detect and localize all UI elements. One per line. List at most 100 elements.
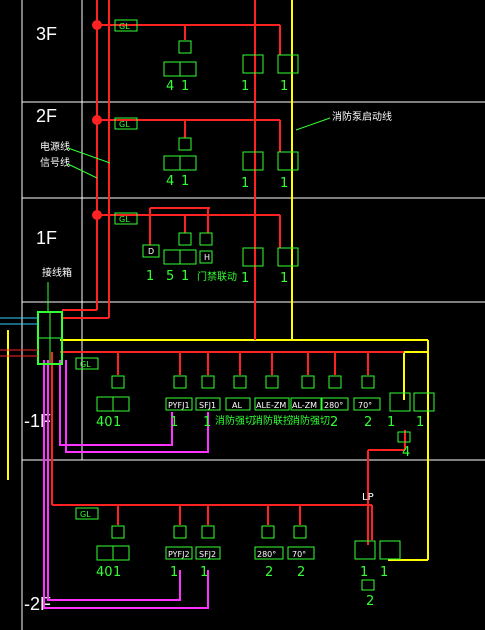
floor-label-b1: -1F [24,411,51,431]
count-b2-pump: 2 [366,594,374,609]
module-icon [178,137,192,151]
count-1f-horn: 1 [280,271,288,286]
floor-label-3f: 3F [36,24,57,44]
gl-label-b2: GL [80,510,91,519]
count-b2-sfj2: 1 [200,565,208,580]
count-2f-hydrant: 1 [241,176,249,191]
count-b2-pyfj2: 1 [170,565,178,580]
detector-icon [163,61,181,77]
module-icon [178,232,192,246]
detector-icon [96,545,114,561]
hydrant-button-icon [242,151,264,171]
gl-label-b1: GL [80,360,91,369]
count-b1-pyfj1: 1 [170,415,178,430]
floor-label-1f: 1F [36,228,57,248]
detector-icon [163,249,181,265]
alarm-icon [179,61,197,77]
count-3f-hydrant: 1 [241,79,249,94]
d280-text-b2: 280° [257,550,276,559]
count-b1-70: 2 [364,415,372,430]
pyfj2-text: PYFJ2 [168,550,190,559]
detector-icon [163,155,181,171]
count-1f-detector: 5 [166,269,174,284]
alarm-icon [112,545,130,561]
horn-icon [379,540,401,560]
module-icon [265,375,279,389]
alarm-icon [179,249,197,265]
horn-icon [413,392,435,412]
device-symbols [96,40,435,591]
hydrant-button-icon [354,540,376,560]
lp-text: LP [362,492,374,503]
power-leader [67,147,111,164]
count-2f-horn: 1 [280,176,288,191]
horn-icon [277,54,299,74]
hydrant-button-icon [389,392,411,412]
gl-label-3f: GL [119,22,130,31]
sfj1-text: SFJ1 [199,401,216,410]
count-b1-sfj1: 1 [203,415,211,430]
count-2f-detector: 4 [166,174,174,189]
count-1f-hydrant: 1 [241,271,249,286]
pump-leader [295,117,331,131]
pyfj1-text: PYFJ1 [168,401,190,410]
count-3f-detector: 4 [166,79,174,94]
junction-box-label: 接线箱 [42,266,72,279]
count-3f-horn: 1 [280,79,288,94]
h-text: H [204,253,210,262]
d70-text-b2: 70° [292,550,306,559]
note-b1-1: 消防强切 [215,414,255,427]
module-icon [201,525,215,539]
horn-icon [277,151,299,171]
hydrant-button-icon [242,247,264,267]
sfj2-text: SFJ2 [199,550,216,559]
signal-line-label: 信号线 [40,156,70,169]
count-b1-horn: 1 [416,415,424,430]
count-b1-detector: 40 [96,415,113,430]
note-b1-2: 消防联控 [253,414,293,427]
module-icon [173,525,187,539]
fire-pump-line-label: 消防泵启动线 [332,110,392,123]
al-text: AL [232,401,242,410]
count-1f-door: 门禁联动 [197,270,237,283]
d-text: D [148,247,154,256]
alarm-icon [112,396,130,412]
module-icon [328,375,342,389]
module-icon [199,232,213,246]
module-icon [178,40,192,54]
count-b2-hydrant: 1 [360,565,368,580]
count-1f-alarm: 1 [181,269,189,284]
count-b1-pump: 4 [402,445,410,460]
power-line-label: 电源线 [40,140,70,153]
module-icon [301,375,315,389]
module-icon [173,375,187,389]
module-icon [111,525,125,539]
alarm-icon [179,155,197,171]
count-b2-280: 2 [265,565,273,580]
count-1f-d: 1 [146,269,154,284]
d280-text: 280° [324,401,343,410]
gl-label-2f: GL [119,120,130,129]
hydrant-button-icon [242,54,264,74]
count-b2-detector: 40 [96,565,113,580]
module-icon [201,375,215,389]
count-b1-hydrant: 1 [387,415,395,430]
count-b1-280: 2 [330,415,338,430]
module-icon [233,375,247,389]
floor-grid [21,0,485,630]
gl-label-1f: GL [119,215,130,224]
count-b2-alarm: 1 [113,565,121,580]
floor-label-b2: -2F [24,594,51,614]
pump-icon [361,579,375,591]
d70-text: 70° [358,401,372,410]
module-icon [293,525,307,539]
floor-label-2f: 2F [36,106,57,126]
count-b2-70: 2 [297,565,305,580]
module-icon [361,375,375,389]
horn-icon [277,247,299,267]
count-b2-horn: 1 [380,565,388,580]
count-2f-alarm: 1 [181,174,189,189]
alezm-text: ALE-ZM [256,401,286,410]
module-icon [111,375,125,389]
detector-icon [96,396,114,412]
